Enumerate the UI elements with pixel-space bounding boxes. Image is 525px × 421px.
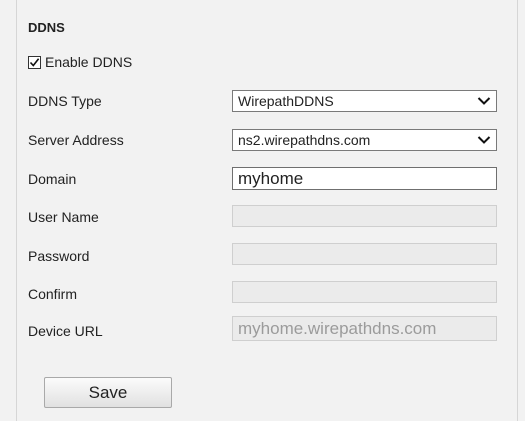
chevron-down-icon (477, 97, 491, 105)
ddns-type-select[interactable]: WirepathDDNS (232, 90, 497, 112)
domain-label: Domain (28, 171, 77, 187)
ddns-type-label: DDNS Type (28, 93, 102, 109)
user-name-input[interactable] (232, 205, 497, 227)
enable-ddns-label: Enable DDNS (45, 54, 133, 70)
confirm-input[interactable] (232, 281, 497, 303)
domain-input[interactable]: myhome (232, 167, 497, 190)
enable-ddns-toggle[interactable]: Enable DDNS (28, 53, 132, 71)
checkmark-icon (29, 57, 40, 67)
device-url-label: Device URL (28, 323, 103, 339)
password-label: Password (28, 248, 90, 264)
server-address-select[interactable]: ns2.wirepathdns.com (232, 129, 497, 151)
password-input[interactable] (232, 243, 497, 265)
server-address-value: ns2.wirepathdns.com (238, 132, 371, 148)
server-address-label: Server Address (28, 132, 124, 148)
chevron-down-icon (477, 136, 491, 144)
confirm-label: Confirm (28, 286, 78, 302)
user-name-label: User Name (28, 209, 99, 225)
enable-ddns-checkbox[interactable] (28, 55, 41, 69)
save-button[interactable]: Save (44, 377, 172, 408)
ddns-settings-panel: DDNS Enable DDNS DDNS Type WirepathDDNS … (16, 0, 518, 421)
section-title: DDNS (28, 20, 65, 35)
ddns-type-value: WirepathDDNS (238, 93, 334, 109)
device-url-field: myhome.wirepathdns.com (232, 316, 497, 341)
